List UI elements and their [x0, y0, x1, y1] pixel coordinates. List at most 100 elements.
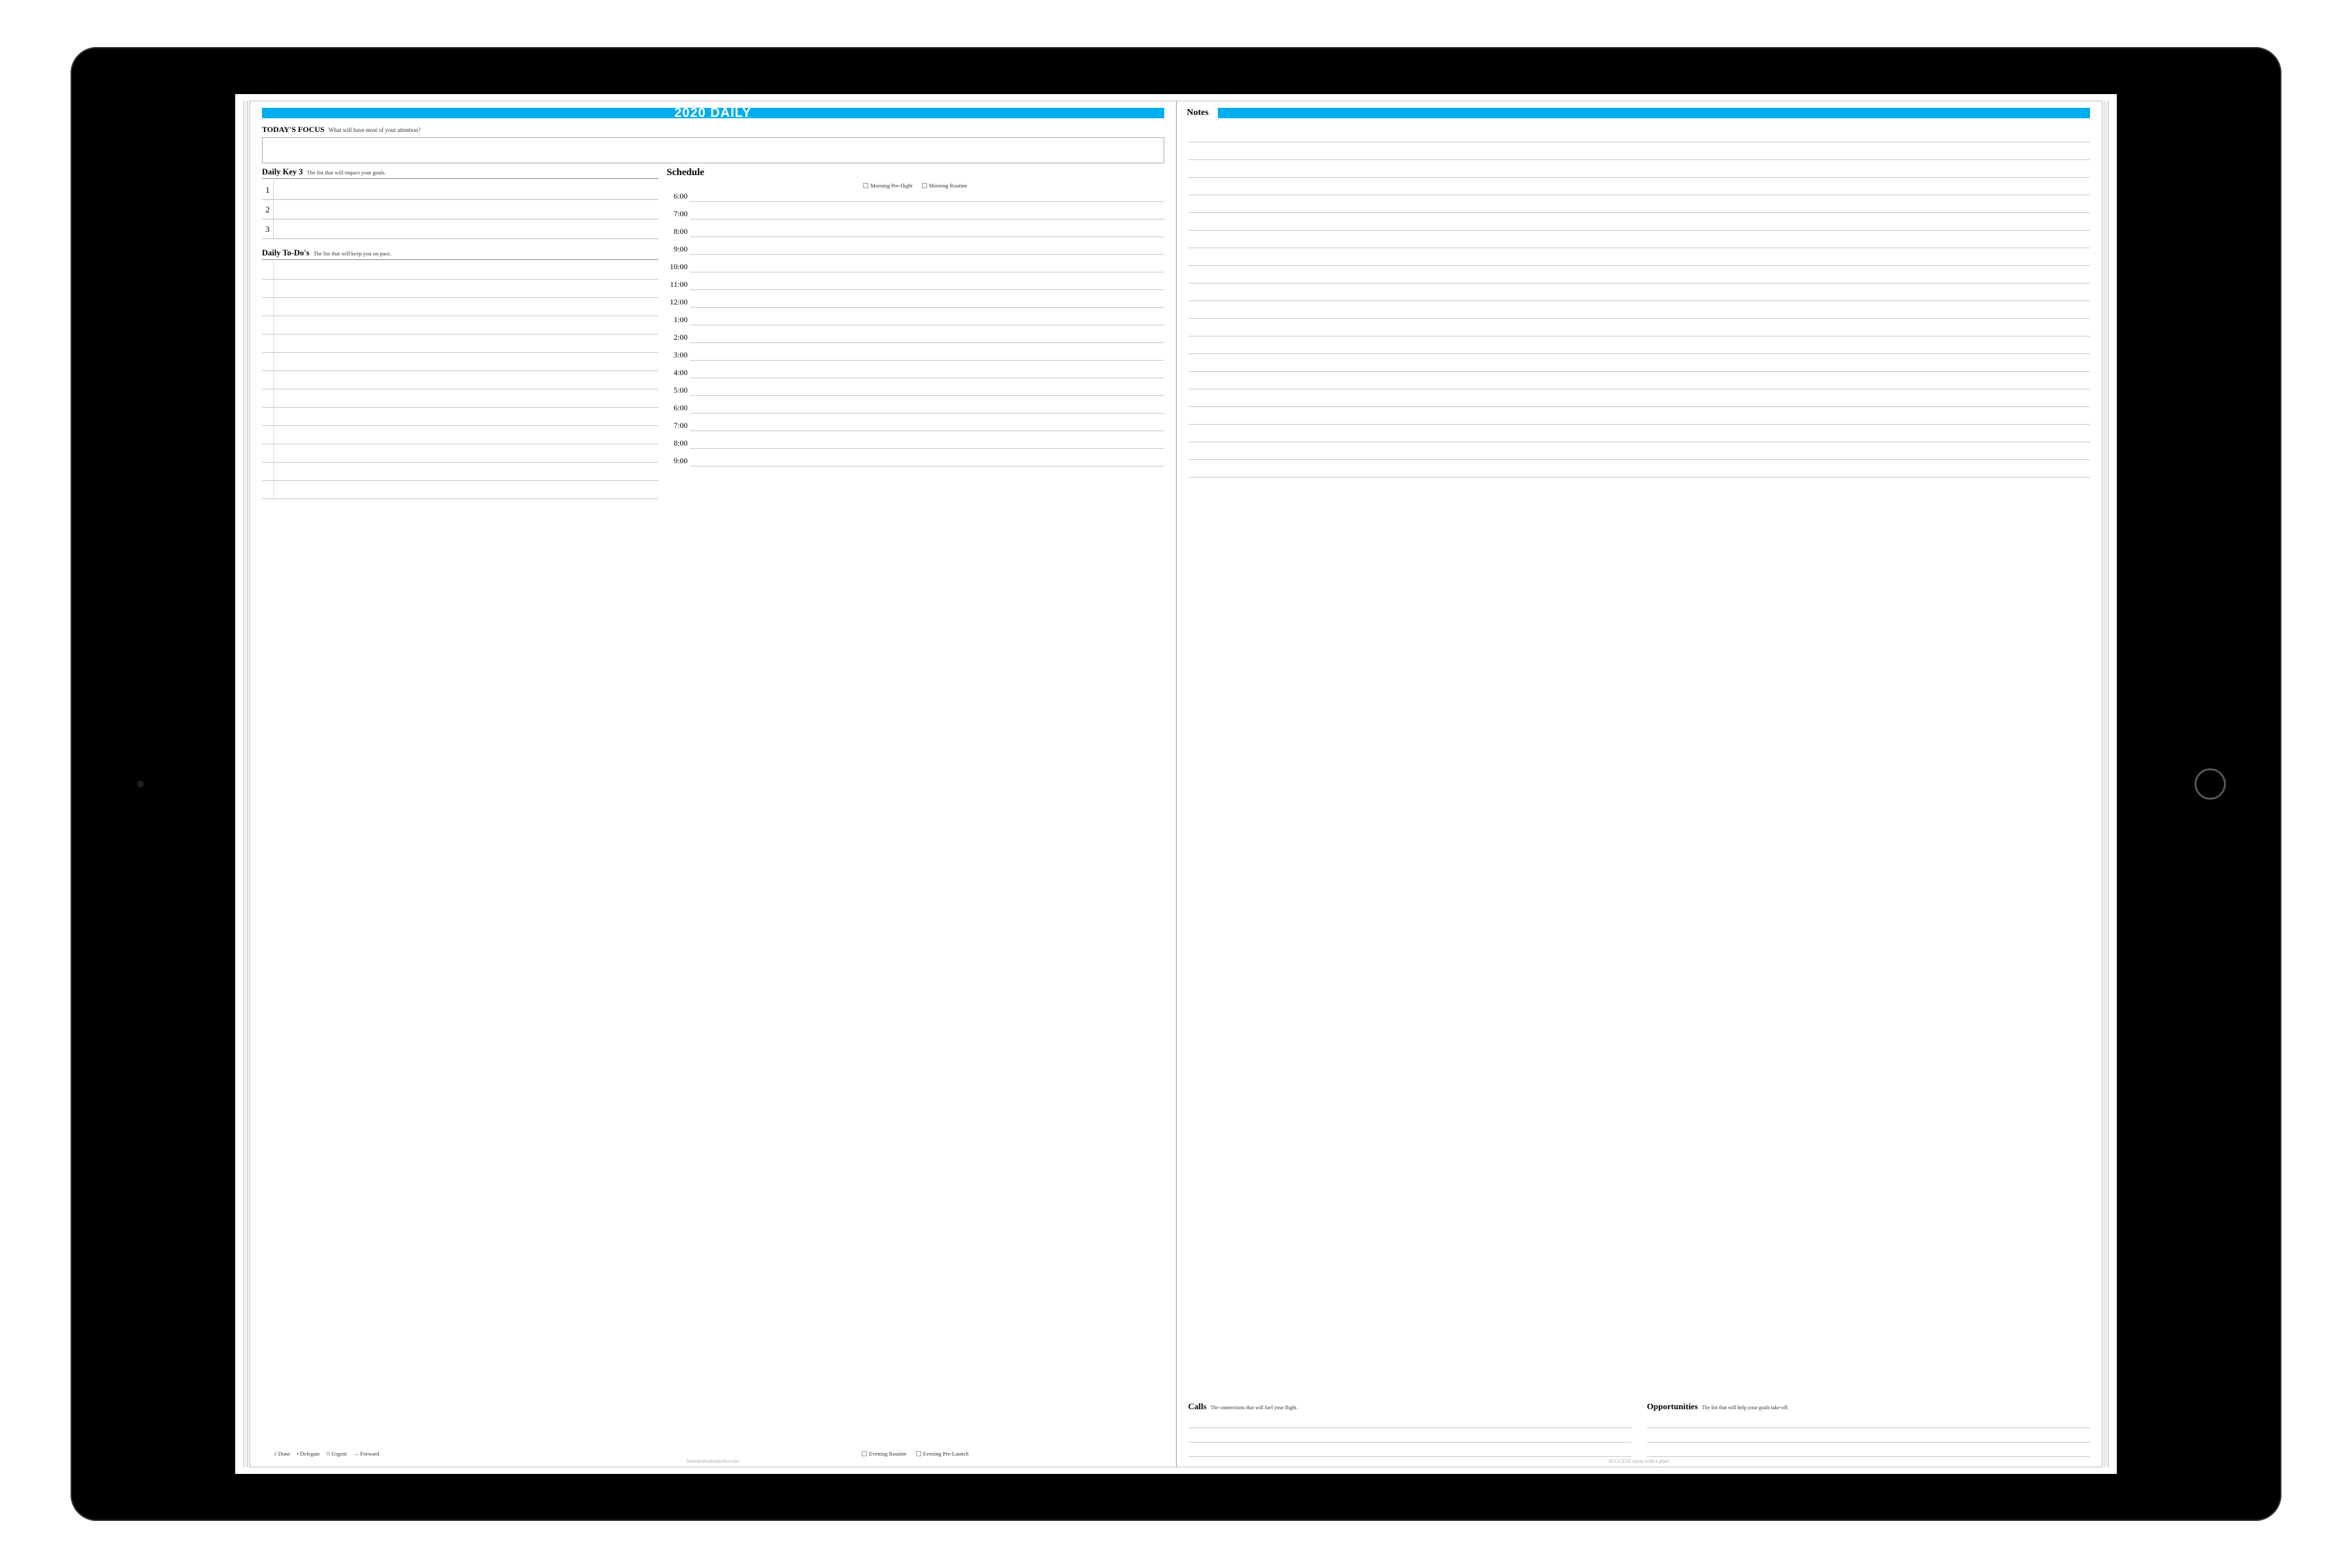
- key3-row[interactable]: 1: [262, 180, 659, 200]
- notes-title: Notes: [1187, 108, 1218, 118]
- notes-bar: Notes: [1188, 108, 2091, 118]
- note-line[interactable]: [1188, 178, 2091, 195]
- opps-title: Opportunities: [1647, 1401, 1698, 1412]
- opportunities-section: Opportunities The list that will help yo…: [1647, 1401, 2090, 1457]
- time-label: 4:00: [666, 368, 690, 378]
- time-label: 8:00: [666, 227, 690, 237]
- todo-row[interactable]: [262, 481, 659, 499]
- footer-right: SUCCESS starts with a plan!: [1188, 1458, 2091, 1464]
- opportunity-line[interactable]: [1647, 1414, 2090, 1428]
- note-line[interactable]: [1188, 389, 2091, 407]
- schedule-row[interactable]: 4:00: [666, 368, 1164, 385]
- schedule-row[interactable]: 12:00: [666, 297, 1164, 315]
- calls-section: Calls The connections that will fuel you…: [1188, 1401, 1631, 1457]
- time-label: 6:00: [666, 191, 690, 201]
- key3-title: Daily Key 3: [262, 167, 303, 177]
- focus-header: TODAY'S FOCUS What will have most of you…: [262, 125, 1164, 135]
- note-line[interactable]: [1188, 372, 2091, 389]
- todo-legend: √ Done • Delegate !! Urgent → Forward: [262, 1448, 659, 1457]
- todo-row[interactable]: [262, 353, 659, 371]
- schedule-row[interactable]: 3:00: [666, 350, 1164, 368]
- time-label: 9:00: [666, 456, 690, 466]
- call-line[interactable]: [1188, 1443, 1631, 1457]
- time-label: 8:00: [666, 438, 690, 448]
- schedule-row[interactable]: 11:00: [666, 280, 1164, 297]
- todo-row[interactable]: [262, 408, 659, 426]
- note-line[interactable]: [1188, 407, 2091, 425]
- time-label: 11:00: [666, 280, 690, 289]
- legend-delegate: • Delegate: [297, 1450, 319, 1457]
- schedule-row[interactable]: 8:00: [666, 227, 1164, 244]
- note-line[interactable]: [1188, 301, 2091, 319]
- focus-input[interactable]: [262, 137, 1164, 163]
- schedule-row[interactable]: 10:00: [666, 262, 1164, 280]
- key3-row[interactable]: 3: [262, 220, 659, 239]
- schedule-row[interactable]: 9:00: [666, 456, 1164, 474]
- morning-routine-check[interactable]: Morning Routine: [922, 182, 968, 189]
- note-line[interactable]: [1188, 248, 2091, 266]
- opportunity-line[interactable]: [1647, 1443, 2090, 1457]
- call-line[interactable]: [1188, 1428, 1631, 1443]
- camera-dot: [137, 781, 144, 787]
- todo-row[interactable]: [262, 444, 659, 463]
- legend-forward: → Forward: [353, 1450, 379, 1457]
- todo-row[interactable]: [262, 371, 659, 389]
- focus-sub: What will have most of your attention?: [329, 127, 421, 133]
- schedule-row[interactable]: 2:00: [666, 333, 1164, 350]
- note-line[interactable]: [1188, 425, 2091, 442]
- schedule-row[interactable]: 1:00: [666, 315, 1164, 333]
- time-label: 5:00: [666, 385, 690, 395]
- key3-number: 3: [262, 220, 274, 238]
- todo-row[interactable]: [262, 261, 659, 280]
- note-line[interactable]: [1188, 125, 2091, 142]
- todo-row[interactable]: [262, 463, 659, 481]
- tablet-frame: 2020 DAILY TODAY'S FOCUS What will have …: [71, 47, 2281, 1521]
- todo-row[interactable]: [262, 335, 659, 353]
- notes-area[interactable]: [1188, 125, 2091, 1397]
- morning-preflight-check[interactable]: Morning Pre-flight: [863, 182, 912, 189]
- todo-row[interactable]: [262, 316, 659, 335]
- note-line[interactable]: [1188, 142, 2091, 160]
- schedule-row[interactable]: 7:00: [666, 209, 1164, 227]
- call-line[interactable]: [1188, 1414, 1631, 1428]
- schedule-grid[interactable]: 6:007:008:009:0010:0011:0012:001:002:003…: [666, 191, 1164, 1448]
- opportunity-line[interactable]: [1647, 1428, 2090, 1443]
- todo-row[interactable]: [262, 298, 659, 316]
- time-label: 6:00: [666, 403, 690, 413]
- note-line[interactable]: [1188, 213, 2091, 231]
- legend-urgent: !! Urgent: [327, 1450, 347, 1457]
- schedule-row[interactable]: 9:00: [666, 244, 1164, 262]
- todo-row[interactable]: [262, 426, 659, 444]
- todo-row[interactable]: [262, 389, 659, 408]
- page-title: 2020 DAILY: [674, 106, 751, 120]
- daily-key-3: Daily Key 3 The list that will impact yo…: [262, 167, 659, 239]
- evening-routine-check[interactable]: Evening Routine: [862, 1450, 906, 1457]
- note-line[interactable]: [1188, 319, 2091, 336]
- schedule-row[interactable]: 6:00: [666, 191, 1164, 209]
- note-line[interactable]: [1188, 195, 2091, 213]
- schedule-title: Schedule: [666, 167, 1164, 178]
- note-line[interactable]: [1188, 160, 2091, 178]
- time-label: 12:00: [666, 297, 690, 307]
- schedule-row[interactable]: 5:00: [666, 385, 1164, 403]
- schedule-row[interactable]: 6:00: [666, 403, 1164, 421]
- schedule-row[interactable]: 8:00: [666, 438, 1164, 456]
- note-line[interactable]: [1188, 354, 2091, 372]
- time-label: 3:00: [666, 350, 690, 360]
- screen: 2020 DAILY TODAY'S FOCUS What will have …: [235, 94, 2117, 1474]
- todo-row[interactable]: [262, 280, 659, 298]
- note-line[interactable]: [1188, 442, 2091, 460]
- right-page: Notes Calls The connections that will fu…: [1176, 101, 2103, 1467]
- note-line[interactable]: [1188, 284, 2091, 301]
- time-label: 7:00: [666, 209, 690, 219]
- note-line[interactable]: [1188, 336, 2091, 354]
- title-bar: 2020 DAILY: [262, 108, 1164, 118]
- note-line[interactable]: [1188, 231, 2091, 248]
- note-line[interactable]: [1188, 460, 2091, 478]
- key3-row[interactable]: 2: [262, 200, 659, 220]
- schedule-row[interactable]: 7:00: [666, 421, 1164, 438]
- home-button[interactable]: [2195, 768, 2226, 800]
- note-line[interactable]: [1188, 266, 2091, 284]
- morning-checks: Morning Pre-flight Morning Routine: [666, 182, 1164, 189]
- evening-prelaunch-check[interactable]: Evening Pre-Launch: [916, 1450, 969, 1457]
